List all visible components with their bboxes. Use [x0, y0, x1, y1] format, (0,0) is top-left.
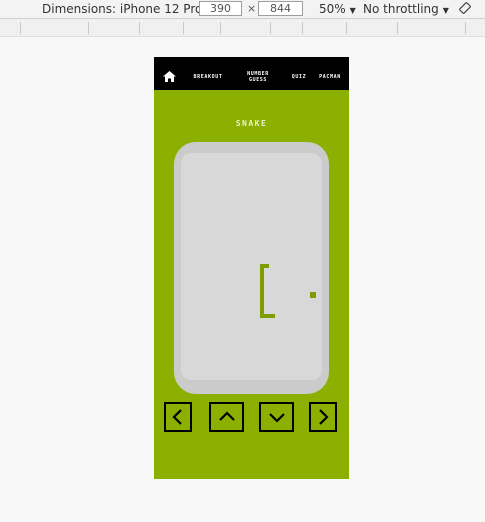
media-query-ruler	[0, 19, 485, 37]
chevron-up-icon	[218, 411, 235, 421]
nav-link-pacman[interactable]: PACMAN	[314, 74, 346, 80]
left-button[interactable]	[164, 402, 192, 432]
snake-body	[260, 314, 275, 318]
chevron-down-icon	[268, 413, 285, 423]
game-field	[181, 153, 322, 380]
game-board	[174, 142, 329, 394]
top-nav: BREAKOUT NUMBER GUESS QUIZ PACMAN	[154, 57, 349, 90]
phone-viewport: BREAKOUT NUMBER GUESS QUIZ PACMAN SNAKE	[154, 57, 349, 479]
chevron-right-icon	[319, 409, 329, 425]
nav-link-breakout[interactable]: BREAKOUT	[190, 74, 226, 80]
snake-body	[260, 264, 264, 318]
caret-down-icon: ▼	[349, 6, 356, 15]
nav-link-number-guess[interactable]: NUMBER GUESS	[240, 71, 276, 83]
rotate-icon[interactable]	[459, 2, 471, 14]
throttling-dropdown[interactable]: No throttling ▼	[363, 2, 449, 18]
snake-body	[260, 264, 269, 268]
nav-link-quiz[interactable]: QUIZ	[288, 74, 310, 80]
width-input[interactable]: 390	[199, 1, 242, 16]
height-input[interactable]: 844	[258, 1, 303, 16]
zoom-label: 50%	[319, 2, 346, 16]
times-sign: ×	[247, 2, 257, 15]
dimensions-dropdown[interactable]: Dimensions: iPhone 12 Pro▼	[42, 2, 213, 18]
zoom-dropdown[interactable]: 50% ▼	[319, 2, 356, 18]
game-title: SNAKE	[235, 119, 268, 128]
down-button[interactable]	[259, 402, 294, 432]
chevron-left-icon	[172, 409, 182, 425]
right-button[interactable]	[309, 402, 337, 432]
up-button[interactable]	[209, 402, 244, 432]
dimensions-label: Dimensions: iPhone 12 Pro	[42, 2, 203, 16]
throttling-label: No throttling	[363, 2, 439, 16]
food-pellet	[310, 292, 316, 298]
device-toolbar: Dimensions: iPhone 12 Pro▼ 390 × 844 50%…	[0, 0, 485, 19]
home-icon[interactable]	[163, 71, 176, 82]
caret-down-icon: ▼	[442, 6, 449, 15]
